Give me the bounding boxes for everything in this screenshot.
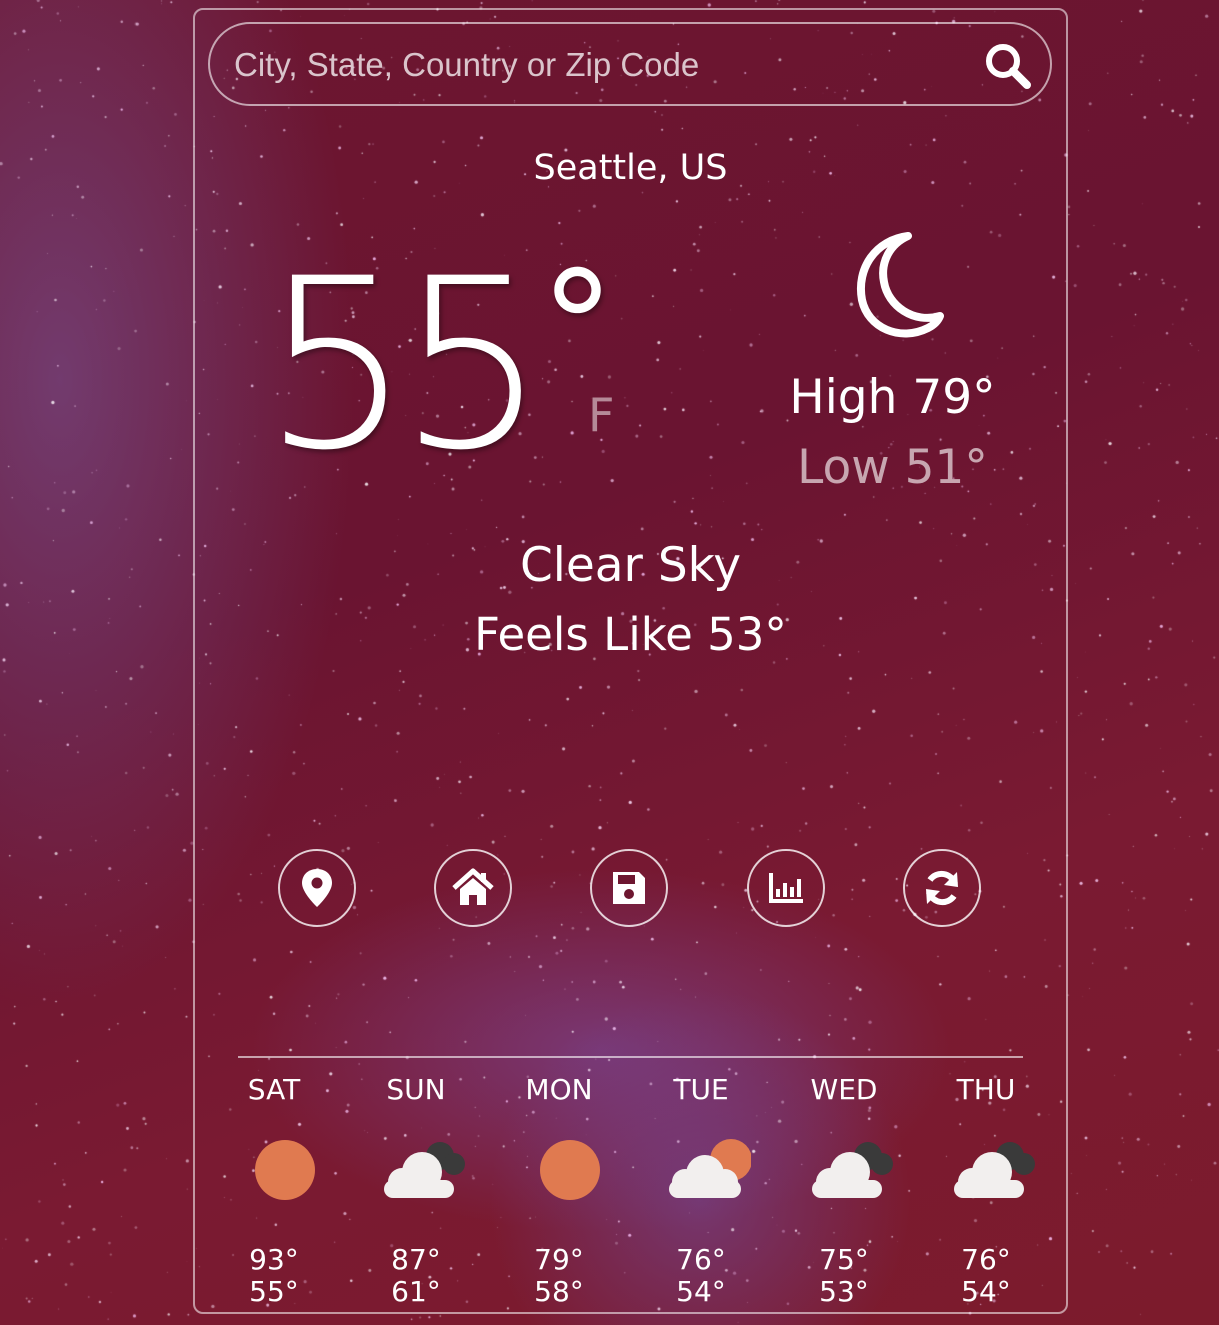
forecast-day-name: WED (810, 1073, 878, 1106)
home-icon (452, 868, 494, 905)
degree-symbol: ° (540, 240, 615, 414)
forecast-day: SAT 93° 55° (214, 1072, 334, 1308)
search-bar (208, 22, 1052, 106)
cloudy-icon (936, 1138, 1036, 1208)
map-pin-icon (302, 869, 332, 907)
save-button[interactable] (590, 849, 668, 927)
forecast-day: THU 76° 54° (926, 1072, 1046, 1308)
forecast-low: 54° (676, 1275, 726, 1308)
location-button[interactable] (278, 849, 356, 927)
bar-chart-icon (769, 873, 803, 903)
cloudy-icon (794, 1138, 894, 1208)
refresh-button[interactable] (903, 849, 981, 927)
forecast-high: 93° (249, 1243, 299, 1276)
forecast-low: 54° (961, 1275, 1011, 1308)
forecast-high: 79° (534, 1243, 584, 1276)
forecast-low: 53° (819, 1275, 869, 1308)
forecast-day: WED 75° 53° (784, 1072, 904, 1308)
temperature-unit: F (588, 388, 615, 442)
forecast-divider (238, 1056, 1023, 1058)
forecast-low: 58° (534, 1275, 584, 1308)
current-temperature: 55 (262, 229, 547, 502)
low-temperature: Low 51° (797, 440, 988, 495)
home-button[interactable] (434, 849, 512, 927)
sun-icon (224, 1138, 324, 1208)
forecast-day-name: SUN (386, 1073, 446, 1106)
search-input[interactable] (232, 40, 956, 90)
forecast-day: TUE 76° 54° (641, 1072, 761, 1308)
sun-icon (509, 1138, 609, 1208)
forecast-day: SUN 87° 61° (356, 1072, 476, 1308)
forecast-day-name: THU (956, 1073, 1016, 1106)
high-temperature: High 79° (789, 370, 996, 425)
weather-condition: Clear Sky (519, 538, 742, 593)
floppy-disk-icon (613, 872, 645, 904)
chart-button[interactable] (747, 849, 825, 927)
forecast-high: 76° (961, 1243, 1011, 1276)
refresh-icon (926, 870, 958, 906)
forecast-day-name: SAT (247, 1073, 301, 1106)
forecast-day-name: MON (525, 1073, 593, 1106)
feels-like: Feels Like 53° (474, 608, 787, 661)
cloudy-icon (366, 1138, 466, 1208)
moon-icon (856, 232, 944, 338)
forecast-high: 76° (676, 1243, 726, 1276)
forecast-high: 75° (819, 1243, 869, 1276)
forecast-low: 55° (249, 1275, 299, 1308)
forecast-day-name: TUE (673, 1073, 729, 1106)
search-icon[interactable] (982, 40, 1034, 92)
forecast-high: 87° (391, 1243, 441, 1276)
location-label: Seattle, US (533, 148, 728, 188)
forecast-day: MON 79° 58° (499, 1072, 619, 1308)
partly-cloudy-icon (651, 1138, 751, 1208)
forecast-low: 61° (391, 1275, 441, 1308)
